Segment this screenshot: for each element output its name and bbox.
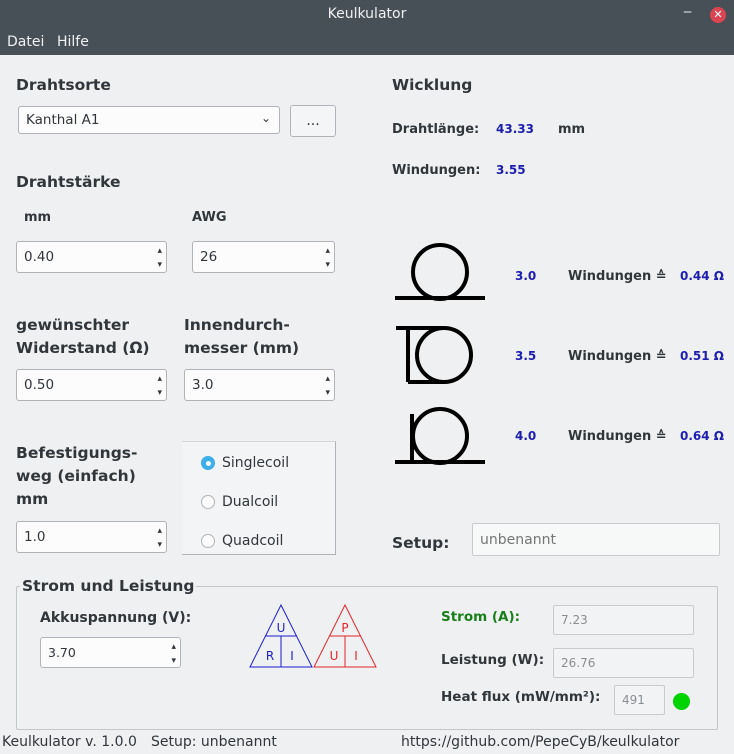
spin-arrows-icon[interactable]: ▴ ▾: [157, 372, 162, 400]
power-output: 26.76: [553, 648, 694, 678]
inner-diameter-label-line2: messer (mm): [184, 339, 300, 357]
spin-arrows-icon[interactable]: ▴ ▾: [157, 524, 162, 552]
winding-row-1-ohm: 0.44 Ω: [680, 269, 724, 283]
status-setup: Setup: unbenannt: [151, 734, 277, 750]
radio-dualcoil-label: Dualcoil: [222, 494, 279, 510]
uri-triangle-icon: U R I: [249, 603, 313, 668]
gauge-awg-value: 26: [200, 249, 218, 265]
pui-left-label: U: [330, 649, 339, 663]
minimize-button[interactable]: ‒: [683, 4, 692, 20]
heatflux-label: Heat flux (mW/mm²):: [441, 689, 601, 705]
resistance-label-line1: gewünschter: [16, 316, 130, 334]
current-value: 7.23: [561, 613, 588, 627]
winding-row-2-turns: 3.5: [515, 349, 537, 363]
inner-diameter-label-line1: Innendurch-: [184, 316, 290, 334]
uri-left-label: R: [266, 649, 274, 663]
winding-row-2-ohm: 0.51 Ω: [680, 349, 724, 363]
wire-type-heading: Drahtsorte: [16, 76, 111, 94]
leg-value: 1.0: [24, 529, 46, 545]
close-button[interactable]: ✕: [710, 7, 726, 23]
radio-quadcoil-label: Quadcoil: [222, 533, 284, 549]
pui-top-label: P: [341, 621, 348, 635]
uri-right-label: I: [290, 649, 294, 663]
coil-type-group: Singlecoil Dualcoil Quadcoil: [182, 441, 336, 555]
power-label: Leistung (W):: [441, 652, 545, 668]
inner-diameter-input[interactable]: 3.0 ▴ ▾: [184, 369, 335, 401]
uri-top-label: U: [277, 621, 286, 635]
pui-triangle-icon: P U I: [313, 603, 377, 668]
gauge-heading: Drahtstärke: [16, 173, 121, 191]
coil-leads-bottom-icon: [395, 407, 485, 465]
winding-row-1-turns: 3.0: [515, 269, 537, 283]
battery-label: Akkuspannung (V):: [40, 610, 192, 626]
heatflux-status-indicator: [673, 693, 690, 710]
battery-voltage-input[interactable]: 3.70 ▴ ▾: [40, 637, 181, 668]
gauge-mm-input[interactable]: 0.40 ▴ ▾: [16, 241, 167, 273]
wire-length-unit: mm: [558, 122, 586, 137]
resistance-label-line2: Widerstand (Ω): [16, 339, 150, 357]
wire-type-select[interactable]: Kanthal A1 ⌄: [18, 106, 280, 134]
spin-arrows-icon[interactable]: ▴ ▾: [325, 244, 330, 272]
status-url-link[interactable]: https://github.com/PepeCyB/keulkulator: [401, 734, 679, 750]
wire-length-label: Drahtlänge:: [392, 122, 480, 137]
leg-label-line2: weg (einfach): [16, 467, 136, 485]
winding-row-3-label: Windungen ≙: [568, 429, 667, 444]
spin-arrows-icon[interactable]: ▴ ▾: [325, 372, 330, 400]
coil-leads-opposite-icon: [396, 326, 473, 384]
resistance-input[interactable]: 0.50 ▴ ▾: [16, 369, 167, 401]
menu-bar: Datei Hilfe: [0, 30, 734, 55]
chevron-down-icon: ⌄: [260, 111, 271, 125]
turns-value: 3.55: [496, 163, 526, 177]
battery-voltage-value: 3.70: [48, 645, 76, 660]
current-label: Strom (A):: [441, 609, 521, 625]
gauge-awg-input[interactable]: 26 ▴ ▾: [192, 241, 335, 273]
radio-checked-icon: [201, 456, 215, 470]
radio-singlecoil-label: Singlecoil: [222, 455, 290, 471]
gauge-mm-value: 0.40: [24, 249, 55, 265]
resistance-value: 0.50: [24, 377, 55, 393]
spin-arrows-icon[interactable]: ▴ ▾: [171, 640, 176, 668]
gauge-awg-label: AWG: [192, 210, 227, 225]
power-value: 26.76: [561, 656, 596, 670]
radio-unchecked-icon: [201, 495, 215, 509]
turns-label: Windungen:: [392, 163, 481, 178]
leg-label-line3: mm: [16, 490, 49, 508]
power-heading: Strom und Leistung: [20, 577, 197, 595]
heatflux-output: 491: [614, 685, 665, 715]
winding-row-3-ohm: 0.64 Ω: [680, 429, 724, 443]
winding-row-2-label: Windungen ≙: [568, 349, 667, 364]
inner-diameter-value: 3.0: [192, 377, 214, 393]
coil-leads-bottom-icon: [395, 243, 485, 301]
wire-type-value: Kanthal A1: [26, 112, 100, 128]
current-output: 7.23: [553, 605, 694, 635]
menu-file[interactable]: Datei: [7, 34, 44, 50]
pui-right-label: I: [354, 649, 358, 663]
setup-name-input[interactable]: [472, 523, 720, 556]
gauge-mm-label: mm: [24, 210, 52, 225]
winding-row-3-turns: 4.0: [515, 429, 537, 443]
winding-heading: Wicklung: [392, 76, 473, 94]
setup-label: Setup:: [392, 534, 450, 552]
menu-help[interactable]: Hilfe: [57, 34, 89, 50]
spin-arrows-icon[interactable]: ▴ ▾: [157, 244, 162, 272]
close-icon: ✕: [713, 8, 723, 21]
title-bar: Keulkulator ‒ ✕: [0, 0, 734, 30]
status-version: Keulkulator v. 1.0.0: [2, 734, 137, 750]
wire-more-button[interactable]: ...: [290, 105, 336, 137]
leg-input[interactable]: 1.0 ▴ ▾: [16, 521, 167, 553]
window-title: Keulkulator: [327, 6, 407, 22]
wire-length-value: 43.33: [496, 122, 534, 136]
winding-row-1-label: Windungen ≙: [568, 269, 667, 284]
heatflux-value: 491: [622, 693, 645, 707]
leg-label-line1: Befestigungs-: [16, 444, 138, 462]
radio-unchecked-icon: [201, 534, 215, 548]
